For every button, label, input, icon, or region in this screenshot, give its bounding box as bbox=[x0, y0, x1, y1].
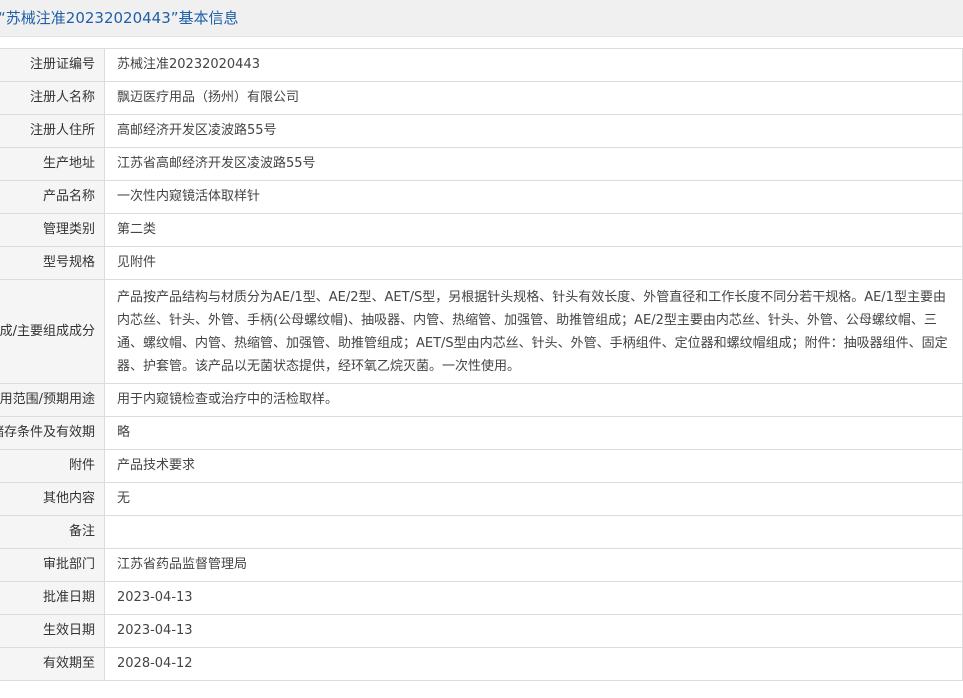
row-value: 一次性内窥镜活体取样针 bbox=[104, 180, 963, 214]
table-row: 型号规格 见附件 bbox=[0, 246, 963, 280]
row-value: 2023-04-13 bbox=[104, 581, 963, 615]
row-value: 2023-04-13 bbox=[104, 614, 963, 648]
table-row: 批准日期 2023-04-13 bbox=[0, 581, 963, 615]
table-row: 管理类别 第二类 bbox=[0, 213, 963, 247]
row-value: 江苏省高邮经济开发区凌波路55号 bbox=[104, 147, 963, 181]
row-value: 产品按产品结构与材质分为AE/1型、AE/2型、AET/S型，另根据针头规格、针… bbox=[104, 279, 963, 384]
row-label: 管理类别 bbox=[0, 213, 105, 247]
row-value: 江苏省药品监督管理局 bbox=[104, 548, 963, 582]
row-value: 用于内窥镜检查或治疗中的活检取样。 bbox=[104, 383, 963, 417]
row-label: 型号规格 bbox=[0, 246, 105, 280]
row-label: 注册人住所 bbox=[0, 114, 105, 148]
table-row: 有效期至 2028-04-12 bbox=[0, 647, 963, 681]
table-row: 结构及组成/主要组成成分 产品按产品结构与材质分为AE/1型、AE/2型、AET… bbox=[0, 279, 963, 384]
table-row: 产品名称 一次性内窥镜活体取样针 bbox=[0, 180, 963, 214]
row-value: 略 bbox=[104, 416, 963, 450]
table-row: 注册证编号 苏械注准20232020443 bbox=[0, 48, 963, 82]
table-row: 备注 bbox=[0, 515, 963, 549]
row-value: 见附件 bbox=[104, 246, 963, 280]
row-label: 生产地址 bbox=[0, 147, 105, 181]
row-value: 苏械注准20232020443 bbox=[104, 48, 963, 82]
row-label: 附件 bbox=[0, 449, 105, 483]
info-table: 注册证编号 苏械注准20232020443 注册人名称 飘迈医疗用品（扬州）有限… bbox=[0, 48, 963, 681]
row-label: 生效日期 bbox=[0, 614, 105, 648]
table-row: 适用范围/预期用途 用于内窥镜检查或治疗中的活检取样。 bbox=[0, 383, 963, 417]
row-label: 备注 bbox=[0, 515, 105, 549]
row-value: 无 bbox=[104, 482, 963, 516]
row-label: 适用范围/预期用途 bbox=[0, 383, 105, 417]
table-row: 注册人名称 飘迈医疗用品（扬州）有限公司 bbox=[0, 81, 963, 115]
row-value bbox=[104, 515, 963, 549]
row-value: 飘迈医疗用品（扬州）有限公司 bbox=[104, 81, 963, 115]
table-row: 产品储存条件及有效期 略 bbox=[0, 416, 963, 450]
table-row: 注册人住所 高邮经济开发区凌波路55号 bbox=[0, 114, 963, 148]
row-value: 2028-04-12 bbox=[104, 647, 963, 681]
row-label: 产品储存条件及有效期 bbox=[0, 416, 105, 450]
row-value: 第二类 bbox=[104, 213, 963, 247]
row-label: 产品名称 bbox=[0, 180, 105, 214]
table-row: 生产地址 江苏省高邮经济开发区凌波路55号 bbox=[0, 147, 963, 181]
row-value: 高邮经济开发区凌波路55号 bbox=[104, 114, 963, 148]
row-value: 产品技术要求 bbox=[104, 449, 963, 483]
row-label: 结构及组成/主要组成成分 bbox=[0, 279, 105, 384]
table-row: 审批部门 江苏省药品监督管理局 bbox=[0, 548, 963, 582]
title-bar: “苏械注准20232020443”基本信息 bbox=[0, 0, 963, 37]
row-label: 注册证编号 bbox=[0, 48, 105, 82]
row-label: 注册人名称 bbox=[0, 81, 105, 115]
table-row: 附件 产品技术要求 bbox=[0, 449, 963, 483]
row-label: 审批部门 bbox=[0, 548, 105, 582]
table-row: 其他内容 无 bbox=[0, 482, 963, 516]
page-title: “苏械注准20232020443”基本信息 bbox=[0, 9, 239, 27]
page: “苏械注准20232020443”基本信息 注册证编号 苏械注准20232020… bbox=[0, 0, 963, 698]
row-label: 其他内容 bbox=[0, 482, 105, 516]
row-label: 有效期至 bbox=[0, 647, 105, 681]
table-row: 生效日期 2023-04-13 bbox=[0, 614, 963, 648]
row-label: 批准日期 bbox=[0, 581, 105, 615]
